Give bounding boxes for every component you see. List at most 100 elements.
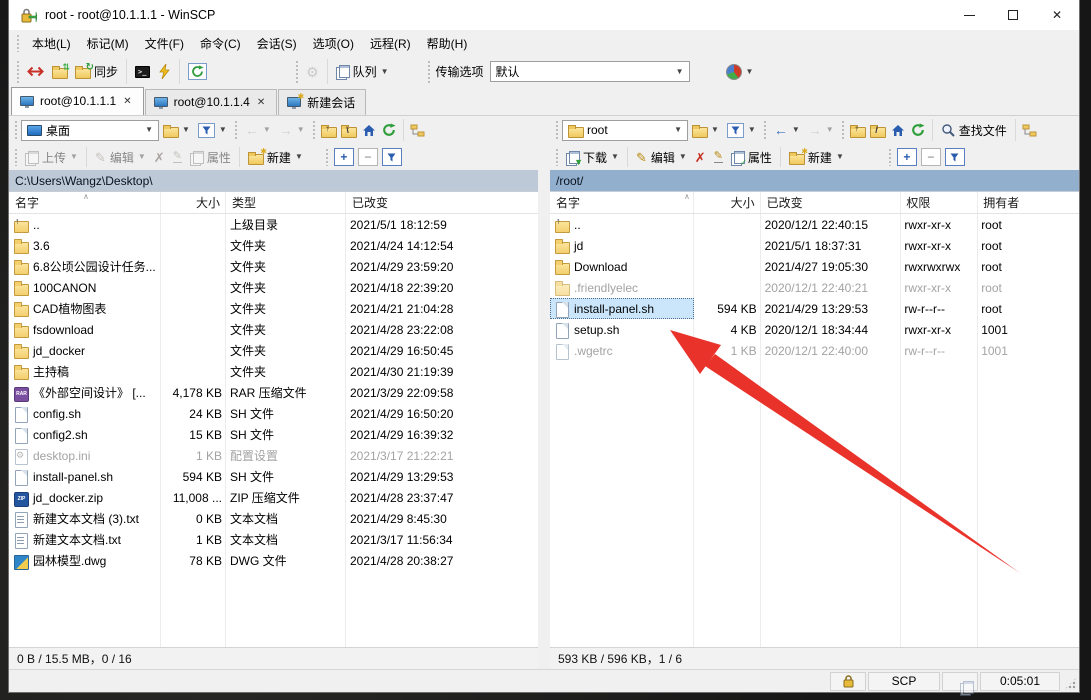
local-edit-button[interactable]: ✎ 编辑 ▼ xyxy=(91,146,150,169)
protocol-cell[interactable]: SCP xyxy=(868,672,940,691)
file-row-install-panel.sh[interactable]: install-panel.sh594 KBSH 文件2021/4/29 13:… xyxy=(9,466,538,487)
drive-grip[interactable] xyxy=(14,120,18,140)
menu-item-7[interactable]: 帮助(H) xyxy=(419,33,476,55)
local-open-dir-button[interactable]: ▼ xyxy=(159,122,194,139)
local-home-dir-button[interactable] xyxy=(359,120,379,140)
file-row-config2.sh[interactable]: config2.sh15 KBSH 文件2021/4/29 16:39:32 xyxy=(9,424,538,445)
column-header-type[interactable]: 类型 xyxy=(226,192,346,213)
local-select-add-button[interactable]: + xyxy=(334,148,354,166)
drive-grip-r[interactable] xyxy=(555,120,559,140)
local-forward-button[interactable]: →▼ xyxy=(275,120,309,140)
drive-grip-2[interactable] xyxy=(234,120,238,140)
cmd-grip-2[interactable] xyxy=(325,148,329,166)
drive-grip-r3[interactable] xyxy=(841,120,845,140)
file-row-jd[interactable]: jd2021/5/1 18:37:31rwxr-xr-xroot xyxy=(550,235,1079,256)
local-properties-button[interactable]: 属性 xyxy=(186,146,235,169)
local-tree-button[interactable] xyxy=(408,120,428,140)
remote-select-remove-button[interactable]: − xyxy=(921,148,941,166)
remote-refresh-button[interactable] xyxy=(908,120,928,140)
tab-session-root@10.1.1.1[interactable]: root@10.1.1.1✕ xyxy=(11,87,144,115)
file-row-园林模型.dwg[interactable]: 园林模型.dwg78 KBDWG 文件2021/4/28 20:38:27 xyxy=(9,550,538,571)
local-drive-combo[interactable]: 桌面 ▼ xyxy=(21,120,159,141)
file-row-新建文本文档.txt[interactable]: 新建文本文档.txt1 KB文本文档2021/3/17 11:56:34 xyxy=(9,529,538,550)
resize-grip-icon[interactable] xyxy=(1064,677,1077,690)
commands-button[interactable] xyxy=(154,61,175,82)
menu-item-3[interactable]: 命令(C) xyxy=(192,33,249,55)
remote-delete-button[interactable]: ✗ xyxy=(691,148,710,167)
menu-item-0[interactable]: 本地(L) xyxy=(24,33,79,55)
column-header-changed[interactable]: 已改变 xyxy=(761,192,901,213)
remote-tree-button[interactable] xyxy=(1020,120,1040,140)
remote-selection-filter-button[interactable] xyxy=(945,148,965,166)
compare-directories-button[interactable] xyxy=(23,62,48,81)
menu-item-2[interactable]: 文件(F) xyxy=(137,33,192,55)
column-header-size[interactable]: 大小 xyxy=(161,192,226,213)
file-row-setup.sh[interactable]: setup.sh4 KB2020/12/1 18:34:44rwxr-xr-x1… xyxy=(550,319,1079,340)
file-row-新建文本文档 (3).txt[interactable]: 新建文本文档 (3).txt0 KB文本文档2021/4/29 8:45:30 xyxy=(9,508,538,529)
local-parent-dir-button[interactable]: ↑ xyxy=(319,120,339,140)
panel-splitter[interactable] xyxy=(538,116,550,669)
column-header-changed[interactable]: 已改变 xyxy=(346,192,499,213)
menu-item-1[interactable]: 标记(M) xyxy=(79,33,137,55)
file-row-主持稿[interactable]: 主持稿文件夹2021/4/30 21:19:39 xyxy=(9,361,538,382)
cmd-grip-r2[interactable] xyxy=(888,148,892,166)
file-row-jd_docker.zip[interactable]: jd_docker.zip11,008 ...ZIP 压缩文件2021/4/28… xyxy=(9,487,538,508)
file-row-100CANON[interactable]: 100CANON文件夹2021/4/18 22:39:20 xyxy=(9,277,538,298)
encryption-cell[interactable] xyxy=(830,672,866,691)
local-filter-button[interactable]: ▼ xyxy=(194,120,231,141)
transfer-preset-combo[interactable]: 默认 ▼ xyxy=(490,61,690,82)
local-root-dir-button[interactable]: \ xyxy=(339,120,359,140)
remote-home-dir-button[interactable] xyxy=(888,120,908,140)
file-row-fsdownload[interactable]: fsdownload文件夹2021/4/28 23:22:08 xyxy=(9,319,538,340)
local-select-remove-button[interactable]: − xyxy=(358,148,378,166)
local-delete-button[interactable]: ✗ xyxy=(150,148,169,167)
file-row-desktop.ini[interactable]: desktop.ini1 KB配置设置2021/3/17 21:22:21 xyxy=(9,445,538,466)
tab-new-session[interactable]: 新建会话 xyxy=(278,89,366,115)
drive-grip-3[interactable] xyxy=(312,120,316,140)
file-row-.wgetrc[interactable]: .wgetrc1 KB2020/12/1 22:40:00rw-r--r--10… xyxy=(550,340,1079,361)
toolbar-grip[interactable] xyxy=(16,60,20,83)
column-header-owner[interactable]: 拥有者 xyxy=(977,192,1079,213)
remote-forward-button[interactable]: →▼ xyxy=(804,120,838,140)
file-row-config.sh[interactable]: config.sh24 KBSH 文件2021/4/29 16:50:20 xyxy=(9,403,538,424)
file-row-《外部空间设计》 [...[interactable]: 《外部空间设计》 [...4,178 KBRAR 压缩文件2021/3/29 2… xyxy=(9,382,538,403)
download-button[interactable]: ▼ 下载 ▼ xyxy=(562,146,623,169)
file-row-Download[interactable]: Download2021/4/27 19:05:30rwxrwxrwxroot xyxy=(550,256,1079,277)
session-color-button[interactable]: ▼ xyxy=(722,61,758,83)
remote-properties-button[interactable]: ✓ 属性 xyxy=(727,146,776,169)
menu-item-4[interactable]: 会话(S) xyxy=(249,33,305,55)
file-row-3.6[interactable]: 3.6文件夹2021/4/24 14:12:54 xyxy=(9,235,538,256)
synchronize-button[interactable]: ↻ 同步 xyxy=(71,60,122,83)
local-back-button[interactable]: ←▼ xyxy=(241,120,275,140)
local-new-button[interactable]: ✱ 新建 ▼ xyxy=(244,146,307,169)
remote-drive-combo[interactable]: root ▼ xyxy=(562,120,688,141)
open-console-button[interactable]: >_ xyxy=(131,63,154,81)
connection-cell[interactable] xyxy=(942,672,978,691)
remote-open-dir-button[interactable]: ▼ xyxy=(688,122,723,139)
tab-close-icon[interactable]: ✕ xyxy=(122,96,132,107)
file-row-.friendlyelec[interactable]: .friendlyelec2020/12/1 22:40:21rwxr-xr-x… xyxy=(550,277,1079,298)
remote-rename-button[interactable]: ✎ xyxy=(710,148,727,166)
local-refresh-button[interactable] xyxy=(379,120,399,140)
remote-select-add-button[interactable]: + xyxy=(897,148,917,166)
local-path-bar[interactable]: C:\Users\Wangz\Desktop\ xyxy=(9,170,538,191)
menu-item-6[interactable]: 远程(R) xyxy=(362,33,419,55)
file-row-jd_docker[interactable]: jd_docker文件夹2021/4/29 16:50:45 xyxy=(9,340,538,361)
cmd-grip-r[interactable] xyxy=(555,148,559,166)
cmd-grip[interactable] xyxy=(14,148,18,166)
column-header-name[interactable]: 名字 xyxy=(550,192,694,213)
refresh-session-button[interactable] xyxy=(184,60,211,83)
file-row-CAD植物图表[interactable]: CAD植物图表文件夹2021/4/21 21:04:28 xyxy=(9,298,538,319)
remote-edit-button[interactable]: ✎ 编辑 ▼ xyxy=(632,146,691,169)
column-header-size[interactable]: 大小 xyxy=(694,192,761,213)
toolbar-grip-2[interactable] xyxy=(295,60,299,83)
remote-back-button[interactable]: ←▼ xyxy=(770,120,804,140)
menu-grip[interactable] xyxy=(16,34,20,52)
drive-grip-r2[interactable] xyxy=(763,120,767,140)
tab-session-root@10.1.1.4[interactable]: root@10.1.1.4✕ xyxy=(145,89,278,115)
remote-path-bar[interactable]: /root/ xyxy=(550,170,1079,191)
close-button[interactable]: ✕ xyxy=(1035,0,1079,30)
upload-button[interactable]: 上传 ▼ xyxy=(21,146,82,169)
menu-item-5[interactable]: 选项(O) xyxy=(305,33,362,55)
remote-parent-dir-button[interactable]: ↑ xyxy=(848,120,868,140)
